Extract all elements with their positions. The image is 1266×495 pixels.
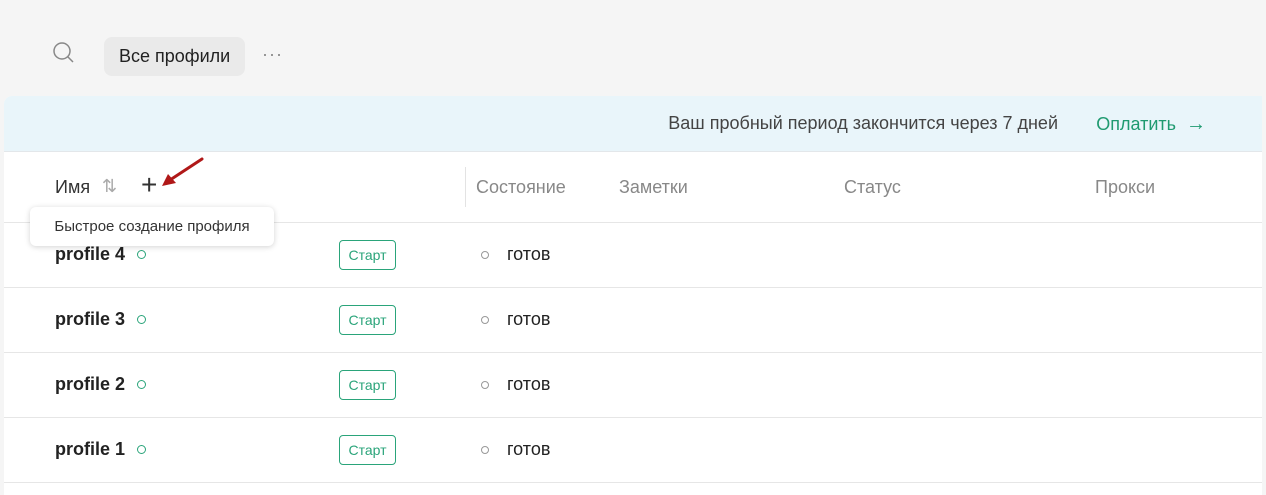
annotation-arrow-icon	[162, 157, 204, 186]
state-dot-icon	[481, 446, 489, 454]
profile-state: готов	[507, 439, 551, 459]
column-name[interactable]: Имя	[55, 177, 90, 198]
table-row[interactable]: profile 1 Старт готов	[4, 418, 1262, 483]
profile-status-dot-icon	[137, 315, 146, 324]
profile-name[interactable]: profile 1	[55, 439, 125, 460]
column-proxy[interactable]: Прокси	[1095, 177, 1155, 198]
start-button[interactable]: Старт	[339, 240, 396, 270]
all-profiles-filter[interactable]: Все профили	[104, 37, 246, 76]
profile-state: готов	[507, 244, 551, 264]
profile-name[interactable]: profile 2	[55, 374, 125, 395]
more-options-icon[interactable]: ···	[262, 44, 283, 65]
start-button[interactable]: Старт	[339, 305, 396, 335]
column-state[interactable]: Состояние	[476, 177, 566, 198]
start-button[interactable]: Старт	[339, 435, 396, 465]
state-dot-icon	[481, 381, 489, 389]
pay-label: Оплатить	[1096, 114, 1176, 134]
profile-state: готов	[507, 309, 551, 329]
profile-state: готов	[507, 374, 551, 394]
search-icon[interactable]	[51, 40, 77, 66]
column-divider[interactable]	[465, 167, 466, 207]
sort-icon[interactable]: ⇅	[102, 176, 117, 197]
column-status[interactable]: Статус	[844, 177, 901, 198]
profile-status-dot-icon	[137, 445, 146, 454]
profile-name[interactable]: profile 4	[55, 244, 125, 265]
trial-message: Ваш пробный период закончится через 7 дн…	[668, 113, 1058, 133]
trial-banner: Ваш пробный период закончится через 7 дн…	[4, 96, 1262, 152]
state-dot-icon	[481, 316, 489, 324]
profile-status-dot-icon	[137, 380, 146, 389]
add-profile-icon[interactable]: +	[141, 169, 157, 201]
table-row[interactable]: profile 2 Старт готов	[4, 353, 1262, 418]
quick-create-tooltip: Быстрое создание профиля	[30, 207, 274, 246]
table-row[interactable]: profile 3 Старт готов	[4, 288, 1262, 353]
start-button[interactable]: Старт	[339, 370, 396, 400]
pay-link[interactable]: Оплатить →	[1096, 113, 1206, 136]
column-notes[interactable]: Заметки	[619, 177, 688, 198]
profile-status-dot-icon	[137, 250, 146, 259]
state-dot-icon	[481, 251, 489, 259]
profile-name[interactable]: profile 3	[55, 309, 125, 330]
arrow-right-icon: →	[1186, 113, 1206, 135]
toolbar: Все профили ···	[0, 6, 1262, 96]
